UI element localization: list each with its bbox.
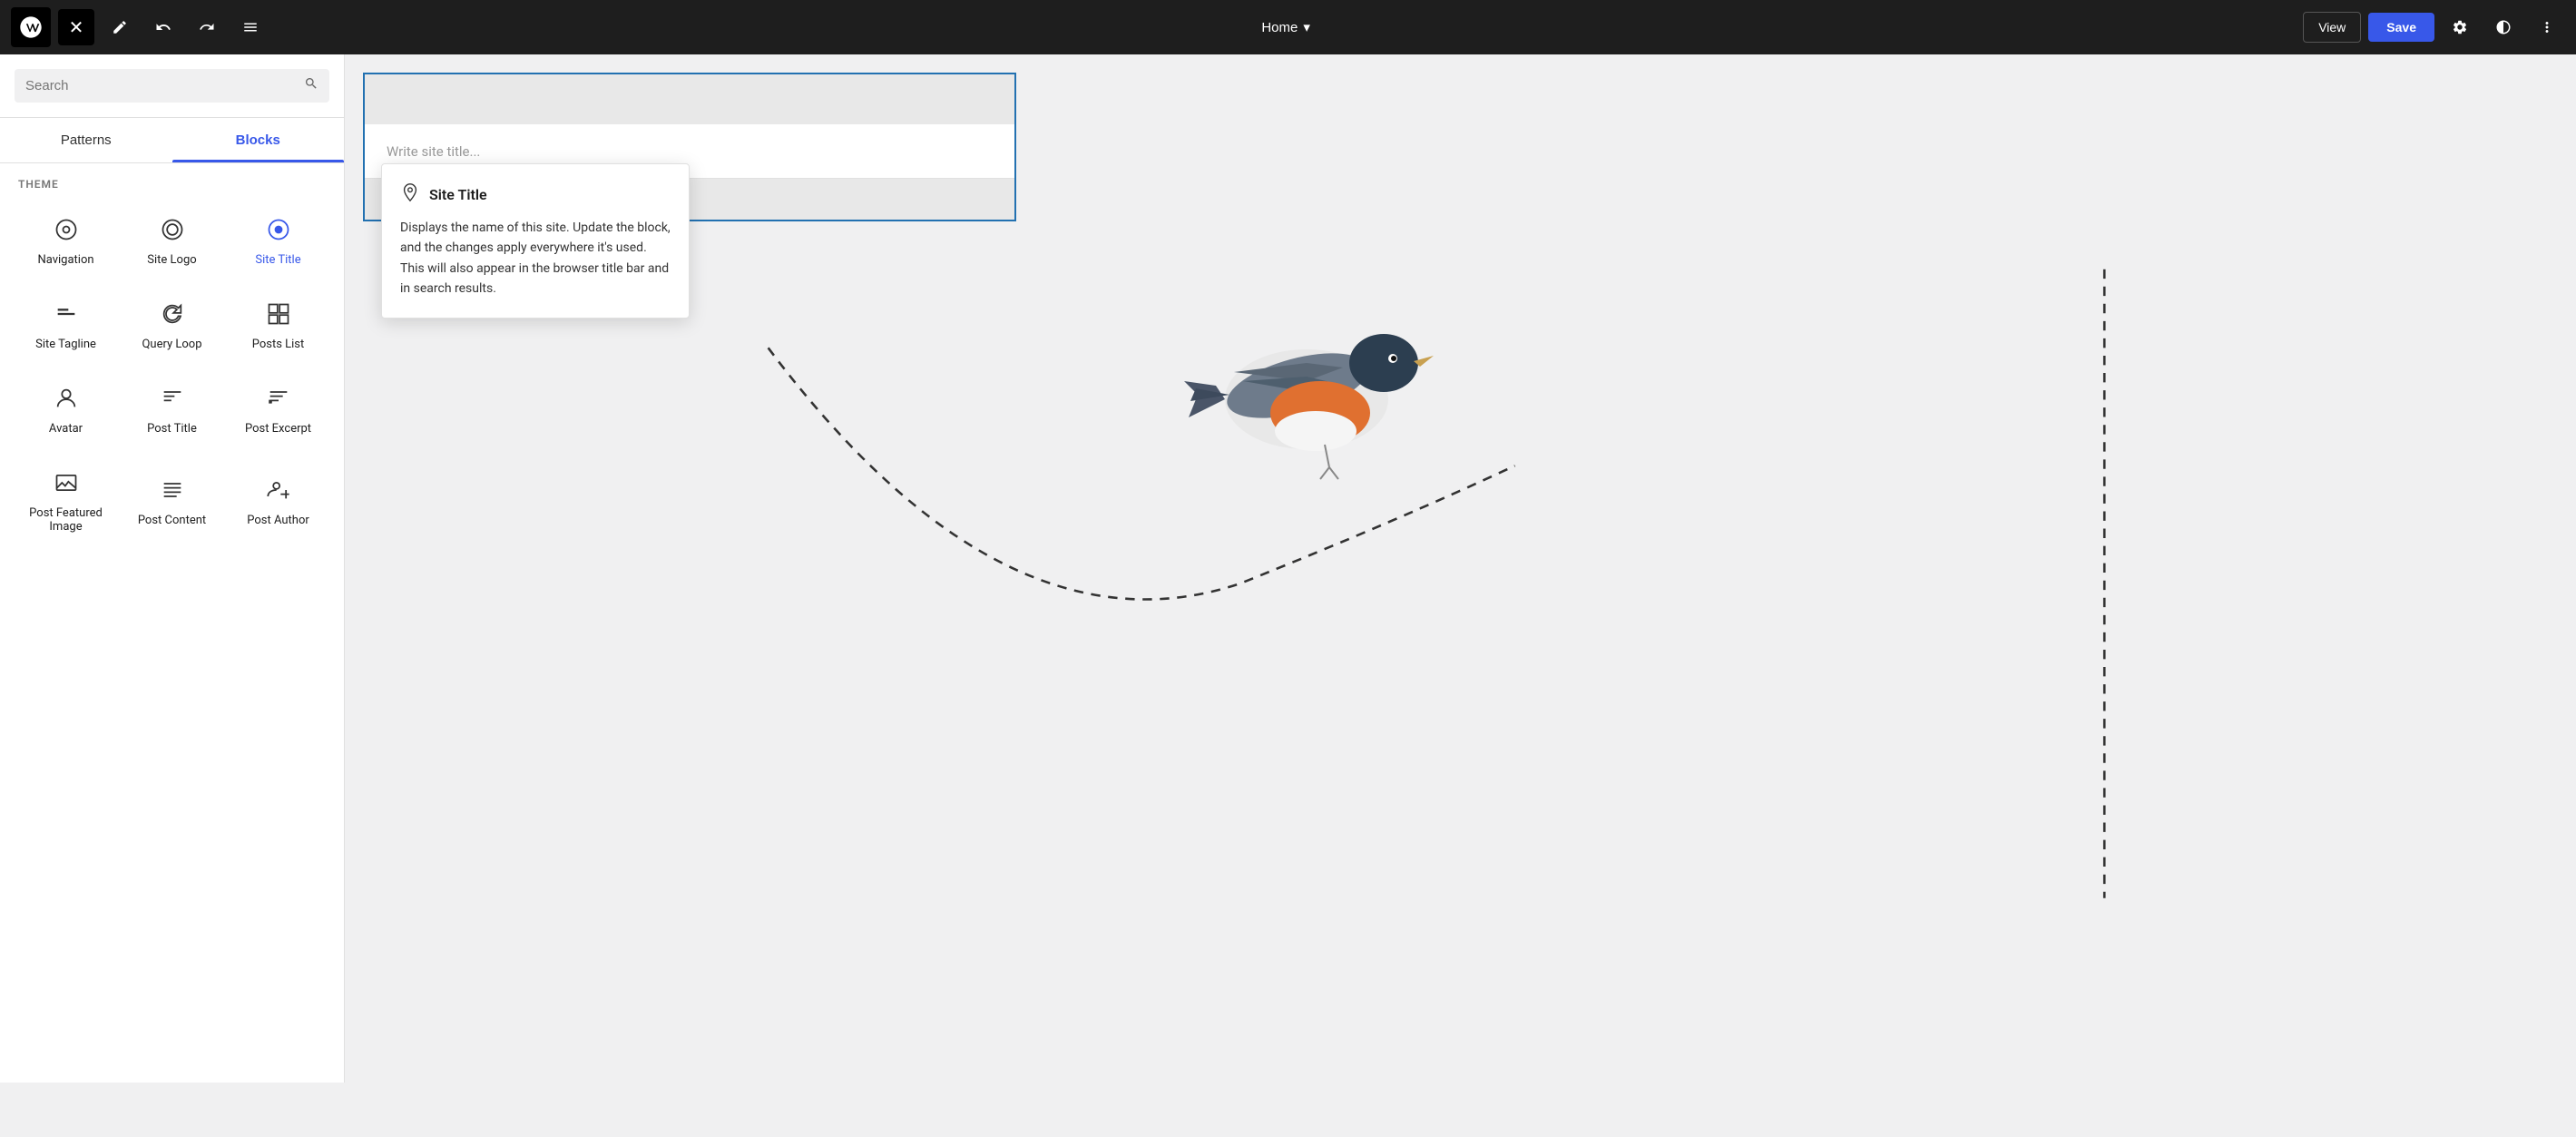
site-tagline-label: Site Tagline	[35, 338, 96, 351]
block-item-post-featured-image[interactable]: Post Featured Image	[15, 455, 117, 549]
block-item-post-title[interactable]: Post Title	[121, 370, 223, 451]
navigation-icon	[54, 217, 79, 246]
post-title-icon	[160, 386, 185, 415]
tooltip-location-icon	[400, 182, 420, 207]
chevron-down-icon: ▾	[1303, 19, 1310, 35]
post-author-icon	[266, 477, 291, 506]
post-excerpt-label: Post Excerpt	[245, 422, 311, 436]
block-item-posts-list[interactable]: Posts List	[227, 286, 329, 367]
post-author-label: Post Author	[247, 514, 309, 527]
avatar-label: Avatar	[49, 422, 83, 436]
main-layout: Patterns Blocks THEME Navigation	[0, 54, 2576, 1083]
save-button[interactable]: Save	[2368, 13, 2434, 42]
post-title-label: Post Title	[147, 422, 197, 436]
svg-text:": "	[269, 399, 271, 409]
close-button[interactable]: ✕	[58, 9, 94, 45]
post-featured-image-label: Post Featured Image	[23, 506, 109, 534]
posts-list-label: Posts List	[252, 338, 305, 351]
post-content-label: Post Content	[138, 514, 206, 527]
topbar: ✕ Home ▾ View Save	[0, 0, 2576, 54]
tooltip-popup: Site Title Displays the name of this sit…	[381, 163, 690, 319]
navigation-label: Navigation	[37, 253, 93, 267]
sidebar-tabs: Patterns Blocks	[0, 118, 344, 163]
list-view-button[interactable]	[232, 9, 269, 45]
post-excerpt-icon: "	[266, 386, 291, 415]
settings-button[interactable]	[2442, 9, 2478, 45]
undo-button[interactable]	[145, 9, 181, 45]
blocks-content: THEME Navigation Site Logo	[0, 163, 344, 1083]
block-item-post-author[interactable]: Post Author	[227, 455, 329, 549]
avatar-icon	[54, 386, 79, 415]
query-loop-icon	[160, 301, 185, 330]
tab-patterns[interactable]: Patterns	[0, 118, 172, 162]
dashed-path-decoration	[690, 109, 2576, 1083]
blocks-grid: Navigation Site Logo Site Title	[15, 201, 329, 549]
post-content-icon	[160, 477, 185, 506]
page-title-text: Home	[1261, 20, 1298, 35]
site-title-label: Site Title	[255, 253, 300, 267]
page-title-button[interactable]: Home ▾	[1250, 12, 1321, 43]
block-item-navigation[interactable]: Navigation	[15, 201, 117, 282]
block-item-post-excerpt[interactable]: " Post Excerpt	[227, 370, 329, 451]
site-logo-label: Site Logo	[147, 253, 196, 267]
post-featured-image-icon	[54, 470, 79, 499]
search-input[interactable]	[25, 78, 304, 93]
query-loop-label: Query Loop	[142, 338, 201, 351]
tooltip-title: Site Title	[429, 186, 487, 203]
site-tagline-icon	[54, 301, 79, 330]
block-item-site-logo[interactable]: Site Logo	[121, 201, 223, 282]
wp-logo	[11, 7, 51, 47]
posts-list-icon	[266, 301, 291, 330]
block-item-site-title[interactable]: Site Title	[227, 201, 329, 282]
topbar-center: Home ▾	[276, 12, 2296, 43]
search-input-wrap[interactable]	[15, 69, 329, 103]
theme-section-label: THEME	[15, 178, 329, 191]
search-icon-button[interactable]	[304, 76, 318, 95]
redo-button[interactable]	[189, 9, 225, 45]
sidebar-search	[0, 54, 344, 118]
topbar-right: View Save	[2303, 9, 2565, 45]
block-item-site-tagline[interactable]: Site Tagline	[15, 286, 117, 367]
block-item-avatar[interactable]: Avatar	[15, 370, 117, 451]
sidebar: Patterns Blocks THEME Navigation	[0, 54, 345, 1083]
canvas-area: Write site title... Site Title Displays …	[345, 54, 2576, 1083]
site-title-placeholder: Write site title...	[387, 143, 480, 164]
site-logo-icon	[160, 217, 185, 246]
edit-icon-button[interactable]	[102, 9, 138, 45]
view-button[interactable]: View	[2303, 12, 2361, 43]
tooltip-header: Site Title	[400, 182, 671, 207]
block-item-post-content[interactable]: Post Content	[121, 455, 223, 549]
tooltip-description: Displays the name of this site. Update t…	[400, 218, 671, 299]
more-options-button[interactable]	[2529, 9, 2565, 45]
block-item-query-loop[interactable]: Query Loop	[121, 286, 223, 367]
bird-illustration	[1125, 254, 1488, 526]
tab-blocks[interactable]: Blocks	[172, 118, 345, 162]
site-title-icon	[266, 217, 291, 246]
contrast-button[interactable]	[2485, 9, 2522, 45]
